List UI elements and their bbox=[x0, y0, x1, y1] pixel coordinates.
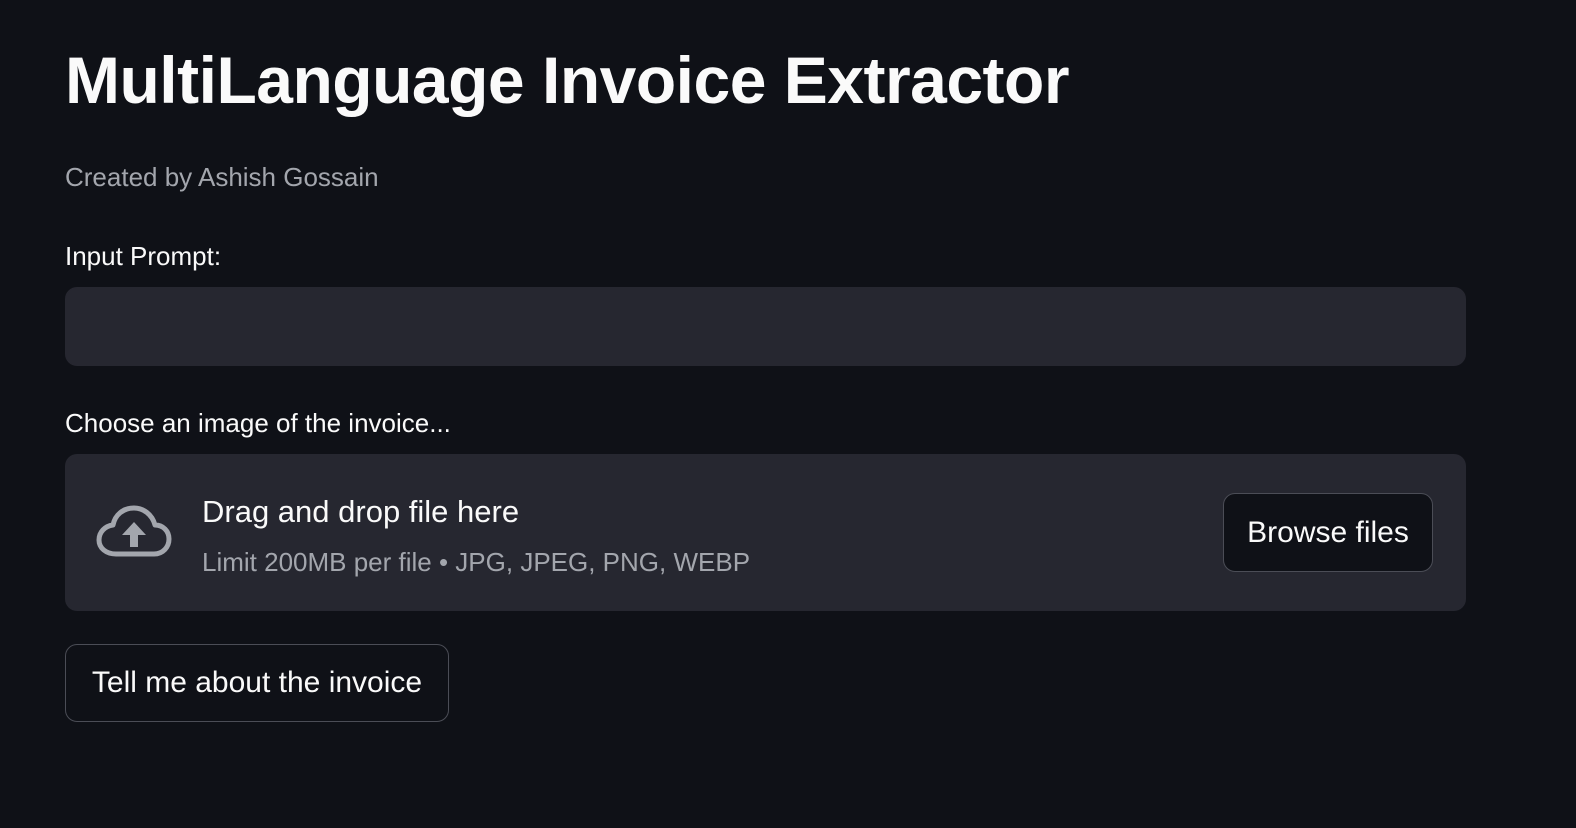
tell-me-about-invoice-button[interactable]: Tell me about the invoice bbox=[65, 644, 449, 722]
file-dropzone[interactable]: Drag and drop file here Limit 200MB per … bbox=[65, 454, 1466, 611]
input-prompt-field[interactable] bbox=[65, 287, 1466, 366]
browse-files-button[interactable]: Browse files bbox=[1223, 493, 1433, 572]
file-uploader-label: Choose an image of the invoice... bbox=[65, 408, 451, 438]
page-title: MultiLanguage Invoice Extractor bbox=[65, 43, 1070, 117]
input-prompt-label: Input Prompt: bbox=[65, 241, 222, 271]
file-limit-text: Limit 200MB per file • JPG, JPEG, PNG, W… bbox=[202, 547, 751, 577]
author-caption: Created by Ashish Gossain bbox=[65, 162, 379, 192]
cloud-upload-icon bbox=[96, 505, 172, 557]
drag-drop-text: Drag and drop file here bbox=[202, 494, 520, 529]
app-main: MultiLanguage Invoice Extractor Created … bbox=[0, 0, 1576, 828]
